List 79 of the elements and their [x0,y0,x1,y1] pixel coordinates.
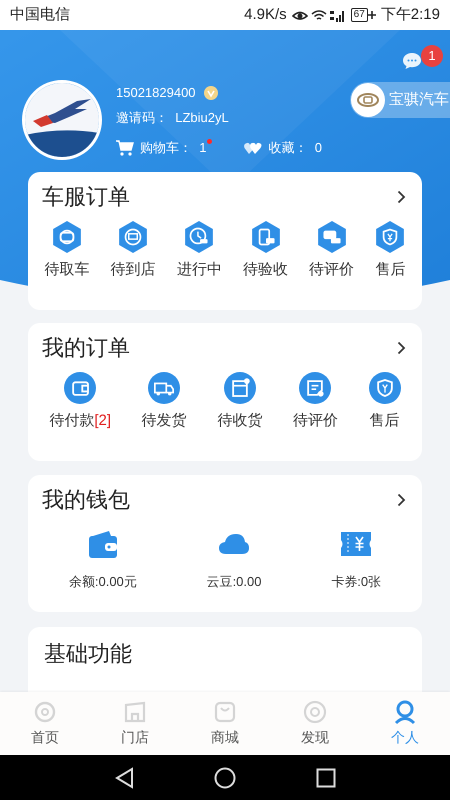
chevron-right-icon[interactable] [397,340,406,354]
order-status-button[interactable]: 待评价 [292,372,338,432]
network-speed: 4.9K/s [244,4,287,25]
wallet-item[interactable]: 余额:0.00元 [68,528,137,592]
tab-icon [302,699,328,725]
favorites-count[interactable]: 收藏： 0 [268,138,322,158]
status-icon [299,372,332,404]
item-label: 待验收 [243,260,288,280]
nav-tab[interactable]: 发现 [285,699,345,748]
member-badge-icon [204,86,218,100]
order-status-button[interactable]: 待验收 [243,221,288,282]
section-title: 我的订单 [42,334,130,362]
phone-number: 15021829400 [116,84,196,102]
wifi-icon [310,8,327,22]
carrier-name: 中国电信 [10,4,70,25]
wallet-item[interactable]: 卡券:0张 [331,528,382,592]
charging-icon [368,11,376,19]
brand-name: 宝骐汽车 [389,90,449,110]
tab-icon [392,699,418,725]
balance-label: 卡券:0张 [331,573,382,591]
balance-label: 云豆:0.00 [206,573,262,591]
tab-icon [212,699,238,725]
home-icon[interactable] [214,766,236,788]
section-title: 基础功能 [44,641,132,666]
status-icon [250,221,281,253]
status-icon [316,221,347,253]
recents-icon[interactable] [316,768,336,788]
chevron-right-icon[interactable] [397,492,406,506]
invite-code: 邀请码： LZbiu2yL [116,109,230,128]
order-status-button[interactable]: 进行中 [176,221,222,282]
count-label: [2] [94,411,112,431]
cloud-icon [218,532,250,556]
ticket-icon [340,530,372,558]
item-label: 进行中 [176,260,222,280]
status-icon [148,372,180,404]
tab-icon [122,699,148,725]
item-label: 售后 [375,260,406,280]
item-label: 待收货 [217,411,262,431]
order-status-button[interactable]: 待收货 [217,372,262,432]
order-status-button[interactable]: 售后 [368,372,401,432]
item-label: 待评价 [309,260,354,280]
clock: 下午2:19 [380,4,440,25]
status-icon [368,372,401,404]
nav-tab[interactable]: 商城 [195,699,255,748]
item-label: 待到店 [110,260,156,280]
hearts-icon [244,140,262,154]
status-icon [375,221,406,253]
order-status-button[interactable]: 待到店 [110,221,156,282]
order-status-button[interactable]: 待付款[2] [49,372,112,432]
eye-icon [292,9,308,21]
wallet-icon [86,528,119,560]
brand-logo-icon [357,93,379,107]
item-label: 售后 [370,411,400,431]
battery-level: 67 [350,8,368,22]
nav-tab[interactable]: 首页 [15,699,75,748]
back-icon[interactable] [114,766,134,788]
chat-icon[interactable] [402,52,422,70]
item-label: 待付款 [49,411,94,431]
status-icon [118,221,148,253]
signal-icon [330,8,346,22]
order-status-button[interactable]: 待发货 [142,372,187,432]
cart-icon [116,140,134,156]
order-status-button[interactable]: 售后 [375,221,406,282]
status-icon [184,221,214,253]
order-status-button[interactable]: 待评价 [309,221,354,282]
section-title: 我的钱包 [42,486,130,514]
chevron-right-icon[interactable] [397,190,406,204]
status-icon [52,221,82,253]
item-label: 待取车 [44,260,90,280]
item-label: 待发货 [142,411,187,431]
section-title: 车服订单 [42,183,130,211]
status-icon [64,372,96,404]
wallet-item[interactable]: 云豆:0.00 [206,528,262,592]
item-label: 待评价 [292,411,338,431]
status-icon [224,372,256,404]
order-status-button[interactable]: 待取车 [44,221,90,282]
nav-tab[interactable]: 门店 [105,699,165,748]
balance-label: 余额:0.00元 [68,573,137,591]
tab-icon [32,699,58,725]
